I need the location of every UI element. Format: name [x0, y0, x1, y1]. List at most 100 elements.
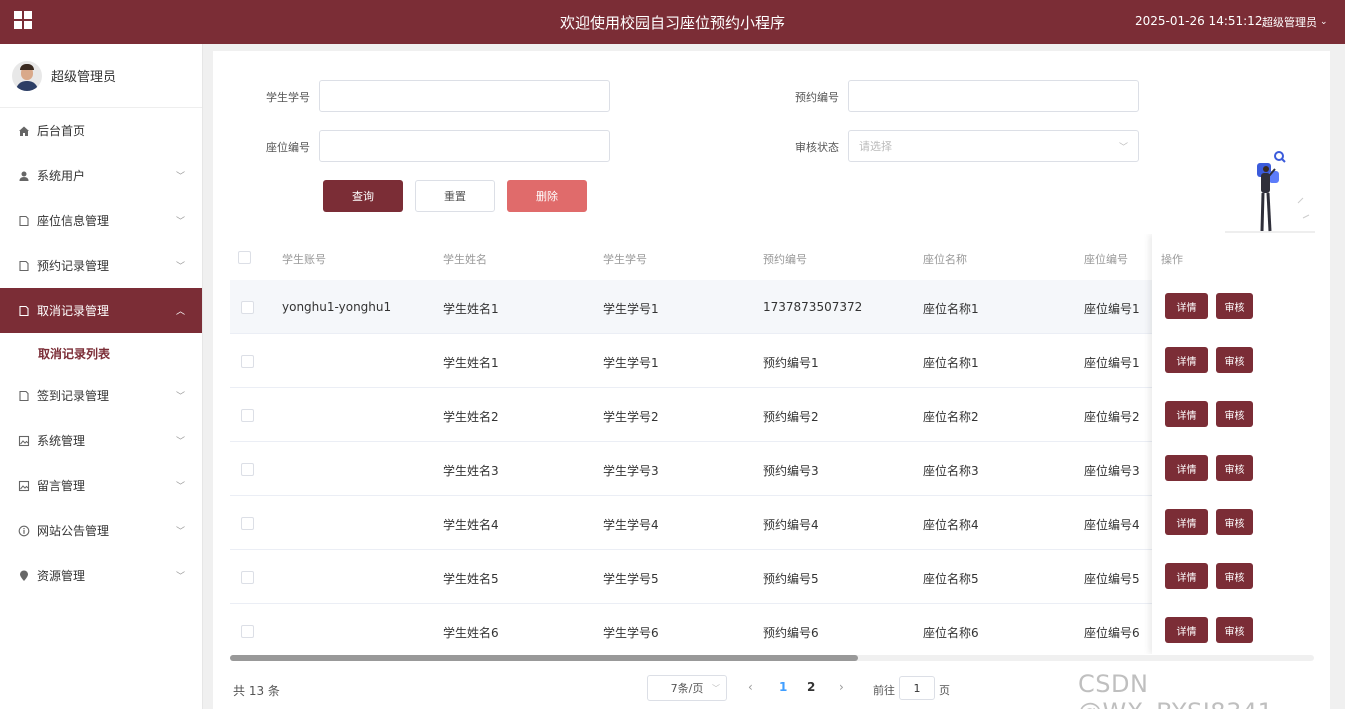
chevron-down-icon: ﹀: [1118, 143, 1128, 153]
avatar: [12, 60, 42, 91]
detail-button[interactable]: 详情: [1165, 401, 1208, 427]
chevron-up-icon: ︿: [175, 307, 185, 317]
sidebar-item-announcements[interactable]: 网站公告管理 ﹀: [0, 508, 202, 553]
review-button[interactable]: 审核: [1216, 617, 1253, 643]
profile-name: 超级管理员: [51, 70, 117, 85]
cell-seat-no: 座位编号2: [1084, 410, 1140, 424]
review-status-placeholder: 请选择: [859, 140, 892, 153]
prev-page-button[interactable]: ‹: [748, 680, 753, 694]
column-header-booking-no[interactable]: 预约编号: [763, 251, 807, 267]
review-button[interactable]: 审核: [1216, 563, 1253, 589]
seat-no-input[interactable]: [319, 130, 610, 162]
main-panel: 学生学号 预约编号 座位编号 审核状态 请选择 ﹀ 查询 重置 删除 学生账号 …: [213, 51, 1330, 709]
scrollbar-thumb[interactable]: [230, 655, 858, 661]
sidebar-item-system-management[interactable]: 系统管理 ﹀: [0, 418, 202, 463]
sidebar-menu: 后台首页 系统用户 ﹀ 座位信息管理 ﹀ 预约记录管理 ﹀ 取消记录管理 ︿ 取…: [0, 108, 202, 598]
cell-seat-no: 座位编号1: [1084, 302, 1140, 316]
cell-booking-no: 预约编号2: [763, 410, 819, 424]
cell-seat-name: 座位名称1: [923, 356, 979, 370]
top-header: 欢迎使用校园自习座位预约小程序 2025-01-26 14:51:12 超级管理…: [0, 0, 1345, 44]
cell-seat-no: 座位编号5: [1084, 572, 1140, 586]
cell-seat-no: 座位编号3: [1084, 464, 1140, 478]
cell-seat-name: 座位名称4: [923, 518, 979, 532]
cell-student-no: 学生学号4: [603, 518, 659, 532]
row-checkbox[interactable]: [241, 409, 254, 422]
cell-booking-no: 1737873507372: [763, 300, 863, 314]
review-button[interactable]: 审核: [1216, 293, 1253, 319]
user-dropdown[interactable]: 超级管理员 ⌄: [1262, 14, 1328, 30]
cell-name: 学生姓名1: [443, 356, 499, 370]
row-checkbox[interactable]: [241, 625, 254, 638]
review-status-select[interactable]: 请选择 ﹀: [848, 130, 1139, 162]
page-number-1[interactable]: 1: [779, 680, 787, 694]
sidebar-item-seat-info[interactable]: 座位信息管理 ﹀: [0, 198, 202, 243]
sidebar-subitem-cancel-list[interactable]: 取消记录列表: [0, 333, 202, 373]
detail-button[interactable]: 详情: [1165, 563, 1208, 589]
sidebar-item-label: 预约记录管理: [37, 259, 110, 273]
sidebar-item-label: 留言管理: [37, 479, 86, 493]
review-button[interactable]: 审核: [1216, 455, 1253, 481]
delete-button[interactable]: 删除: [507, 180, 587, 212]
select-all-checkbox[interactable]: [238, 251, 251, 264]
sidebar-item-checkin-records[interactable]: 签到记录管理 ﹀: [0, 373, 202, 418]
chevron-down-icon: ﹀: [175, 392, 185, 402]
sidebar-item-home[interactable]: 后台首页: [0, 108, 202, 153]
column-header-seat-name[interactable]: 座位名称: [923, 251, 967, 267]
row-checkbox[interactable]: [241, 463, 254, 476]
column-header-name[interactable]: 学生姓名: [443, 251, 487, 267]
column-header-student-no[interactable]: 学生学号: [603, 251, 647, 267]
watermark: CSDN @WX_BYSJ8341: [1078, 670, 1273, 709]
row-checkbox[interactable]: [241, 571, 254, 584]
detail-button[interactable]: 详情: [1165, 347, 1208, 373]
booking-no-input[interactable]: [848, 80, 1139, 112]
row-checkbox[interactable]: [241, 301, 254, 314]
row-checkbox[interactable]: [241, 355, 254, 368]
sidebar-item-cancel-records[interactable]: 取消记录管理 ︿: [0, 288, 202, 333]
cell-seat-name: 座位名称6: [923, 626, 979, 640]
search-illustration: [1223, 143, 1318, 233]
sidebar-item-label: 系统管理: [37, 434, 86, 448]
student-id-label: 学生学号: [266, 91, 310, 104]
detail-button[interactable]: 详情: [1165, 455, 1208, 481]
review-button[interactable]: 审核: [1216, 347, 1253, 373]
detail-button[interactable]: 详情: [1165, 293, 1208, 319]
detail-button[interactable]: 详情: [1165, 617, 1208, 643]
sidebar-item-label: 座位信息管理: [37, 214, 110, 228]
sidebar-item-messages[interactable]: 留言管理 ﹀: [0, 463, 202, 508]
goto-unit: 页: [939, 684, 950, 697]
chevron-down-icon: ﹀: [175, 572, 185, 582]
next-page-button[interactable]: ›: [839, 680, 844, 694]
chevron-down-icon: ⌄: [1320, 17, 1328, 27]
table-horizontal-scrollbar[interactable]: [230, 655, 1314, 661]
column-header-account[interactable]: 学生账号: [282, 251, 326, 267]
goto-label: 前往: [873, 684, 895, 697]
cell-seat-name: 座位名称5: [923, 572, 979, 586]
sidebar-item-booking-records[interactable]: 预约记录管理 ﹀: [0, 243, 202, 288]
reset-button[interactable]: 重置: [415, 180, 495, 212]
cell-seat-no: 座位编号4: [1084, 518, 1140, 532]
document-icon: [17, 259, 31, 273]
cell-seat-name: 座位名称1: [923, 302, 979, 316]
cell-booking-no: 预约编号6: [763, 626, 819, 640]
goto-page-input[interactable]: 1: [899, 676, 935, 700]
column-header-seat-no[interactable]: 座位编号: [1084, 251, 1128, 267]
chevron-down-icon: ﹀: [175, 262, 185, 272]
sidebar-item-resources[interactable]: 资源管理 ﹀: [0, 553, 202, 598]
page-number-2[interactable]: 2: [807, 680, 815, 694]
cell-student-no: 学生学号2: [603, 410, 659, 424]
page-size-select[interactable]: 7条/页 ﹀: [647, 675, 727, 701]
info-icon: [17, 524, 31, 538]
image-icon: [17, 479, 31, 493]
cell-account: yonghu1-yonghu1: [282, 300, 392, 314]
review-button[interactable]: 审核: [1216, 509, 1253, 535]
query-button[interactable]: 查询: [323, 180, 403, 212]
detail-button[interactable]: 详情: [1165, 509, 1208, 535]
sidebar-item-system-users[interactable]: 系统用户 ﹀: [0, 153, 202, 198]
cell-booking-no: 预约编号3: [763, 464, 819, 478]
student-id-input[interactable]: [319, 80, 610, 112]
user-dropdown-label: 超级管理员: [1262, 16, 1317, 29]
row-checkbox[interactable]: [241, 517, 254, 530]
sidebar-profile: 超级管理员: [0, 44, 202, 108]
review-button[interactable]: 审核: [1216, 401, 1253, 427]
sidebar-item-label: 后台首页: [37, 124, 86, 138]
